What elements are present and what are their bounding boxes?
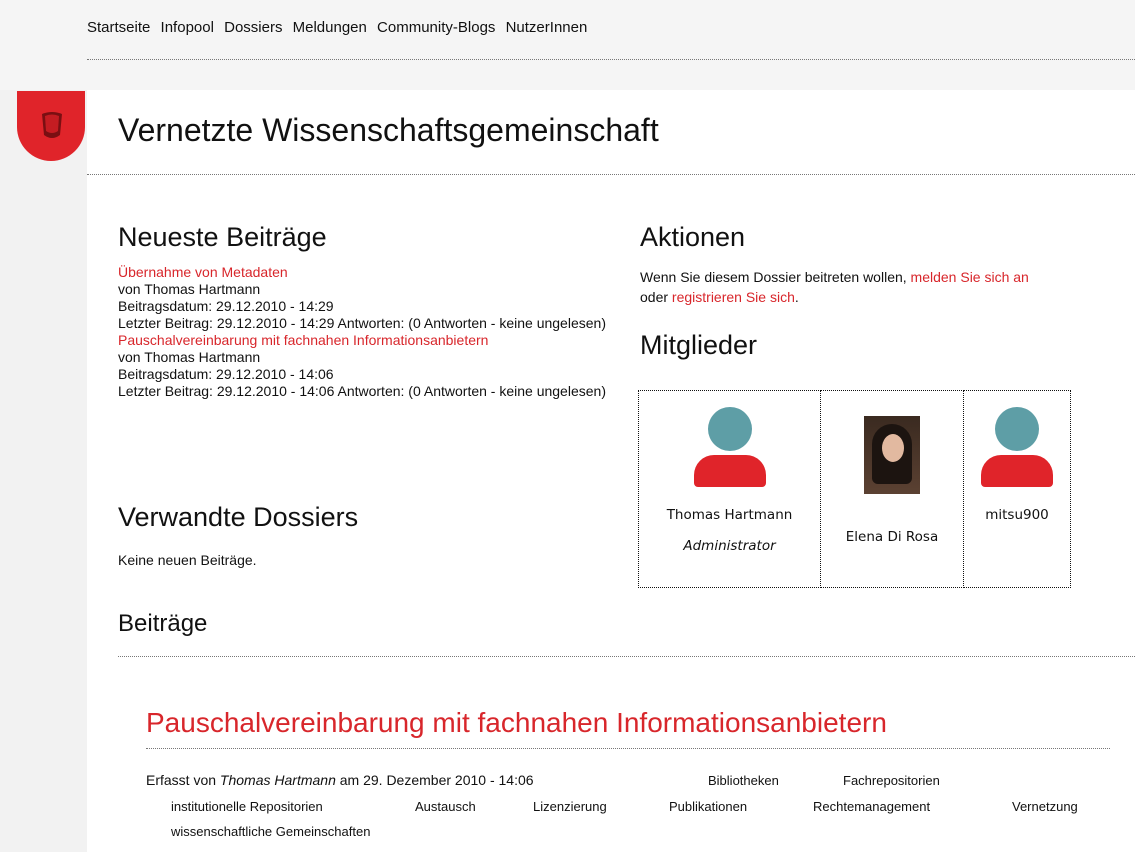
tag-link[interactable]: Austausch bbox=[415, 799, 476, 814]
nav-meldungen[interactable]: Meldungen bbox=[293, 19, 367, 36]
aktionen-prefix: Wenn Sie diesem Dossier beitreten wollen… bbox=[640, 269, 911, 285]
login-link[interactable]: melden Sie sich an bbox=[911, 269, 1029, 285]
members-table: Thomas Hartmann Administrator Elena Di R… bbox=[638, 390, 1071, 588]
neueste-heading: Neueste Beiträge bbox=[118, 222, 327, 252]
article-meta: Erfasst von Thomas Hartmann am 29. Dezem… bbox=[146, 772, 534, 788]
tag-link[interactable]: Vernetzung bbox=[1012, 799, 1078, 814]
tag-link[interactable]: Fachrepositorien bbox=[843, 773, 940, 788]
site-logo[interactable] bbox=[17, 91, 85, 161]
post-last: Letzter Beitrag: 29.12.2010 - 14:29 Antw… bbox=[118, 315, 606, 331]
post-author: von Thomas Hartmann bbox=[118, 349, 261, 365]
member-card[interactable]: Elena Di Rosa bbox=[821, 390, 964, 588]
post-author: von Thomas Hartmann bbox=[118, 281, 261, 297]
nav-startseite[interactable]: Startseite bbox=[87, 19, 150, 36]
main-nav: Startseite Infopool Dossiers Meldungen C… bbox=[87, 19, 593, 36]
page-title: Vernetzte Wissenschaftsgemeinschaft bbox=[118, 112, 659, 148]
top-band bbox=[0, 0, 1135, 90]
meta-prefix: Erfasst von bbox=[146, 772, 220, 788]
post-last: Letzter Beitrag: 29.12.2010 - 14:06 Antw… bbox=[118, 383, 606, 399]
aktionen-or: oder bbox=[640, 289, 672, 305]
meta-date: am 29. Dezember 2010 - 14:06 bbox=[335, 772, 534, 788]
nav-dossiers[interactable]: Dossiers bbox=[224, 19, 282, 36]
beitraege-divider bbox=[118, 656, 1135, 657]
member-name[interactable]: Elena Di Rosa bbox=[846, 529, 938, 545]
member-card[interactable]: mitsu900 bbox=[964, 390, 1071, 588]
avatar[interactable] bbox=[693, 407, 766, 487]
beitraege-heading: Beiträge bbox=[118, 610, 208, 637]
tag-link[interactable]: Bibliotheken bbox=[708, 773, 779, 788]
member-role: Administrator bbox=[683, 538, 776, 554]
left-stripe bbox=[0, 90, 87, 852]
member-name[interactable]: mitsu900 bbox=[985, 507, 1049, 523]
post-link[interactable]: Pauschalvereinbarung mit fachnahen Infor… bbox=[118, 332, 488, 348]
nav-community-blogs[interactable]: Community-Blogs bbox=[377, 19, 495, 36]
neueste-list: Übernahme von Metadaten von Thomas Hartm… bbox=[118, 264, 608, 400]
cup-icon bbox=[42, 112, 62, 138]
article-title-link[interactable]: Pauschalvereinbarung mit fachnahen Infor… bbox=[146, 707, 887, 738]
mitglieder-heading: Mitglieder bbox=[640, 330, 758, 360]
aktionen-text: Wenn Sie diesem Dossier beitreten wollen… bbox=[640, 267, 1029, 307]
avatar[interactable] bbox=[864, 416, 920, 494]
register-link[interactable]: registrieren Sie sich bbox=[672, 289, 795, 305]
article-divider bbox=[146, 748, 1110, 749]
nav-infopool[interactable]: Infopool bbox=[161, 19, 214, 36]
list-item: Übernahme von Metadaten von Thomas Hartm… bbox=[118, 264, 608, 332]
tag-link[interactable]: Lizenzierung bbox=[533, 799, 607, 814]
member-name[interactable]: Thomas Hartmann bbox=[667, 507, 793, 523]
avatar[interactable] bbox=[981, 407, 1053, 487]
tag-link[interactable]: wissenschaftliche Gemeinschaften bbox=[171, 824, 370, 839]
post-date: Beitragsdatum: 29.12.2010 - 14:06 bbox=[118, 366, 334, 382]
article-title[interactable]: Pauschalvereinbarung mit fachnahen Infor… bbox=[146, 707, 887, 739]
nav-divider bbox=[87, 59, 1135, 60]
tag-link[interactable]: Rechtemanagement bbox=[813, 799, 930, 814]
meta-author[interactable]: Thomas Hartmann bbox=[220, 772, 336, 788]
post-date: Beitragsdatum: 29.12.2010 - 14:29 bbox=[118, 298, 334, 314]
verwandte-text: Keine neuen Beiträge. bbox=[118, 552, 257, 568]
member-card[interactable]: Thomas Hartmann Administrator bbox=[638, 390, 821, 588]
nav-nutzerinnen[interactable]: NutzerInnen bbox=[506, 19, 588, 36]
list-item: Pauschalvereinbarung mit fachnahen Infor… bbox=[118, 332, 608, 400]
title-divider bbox=[87, 174, 1135, 175]
aktionen-heading: Aktionen bbox=[640, 222, 746, 252]
aktionen-end: . bbox=[794, 289, 799, 305]
tag-link[interactable]: Publikationen bbox=[669, 799, 747, 814]
verwandte-heading: Verwandte Dossiers bbox=[118, 502, 359, 532]
post-link[interactable]: Übernahme von Metadaten bbox=[118, 264, 288, 280]
tag-link[interactable]: institutionelle Repositorien bbox=[171, 799, 323, 814]
